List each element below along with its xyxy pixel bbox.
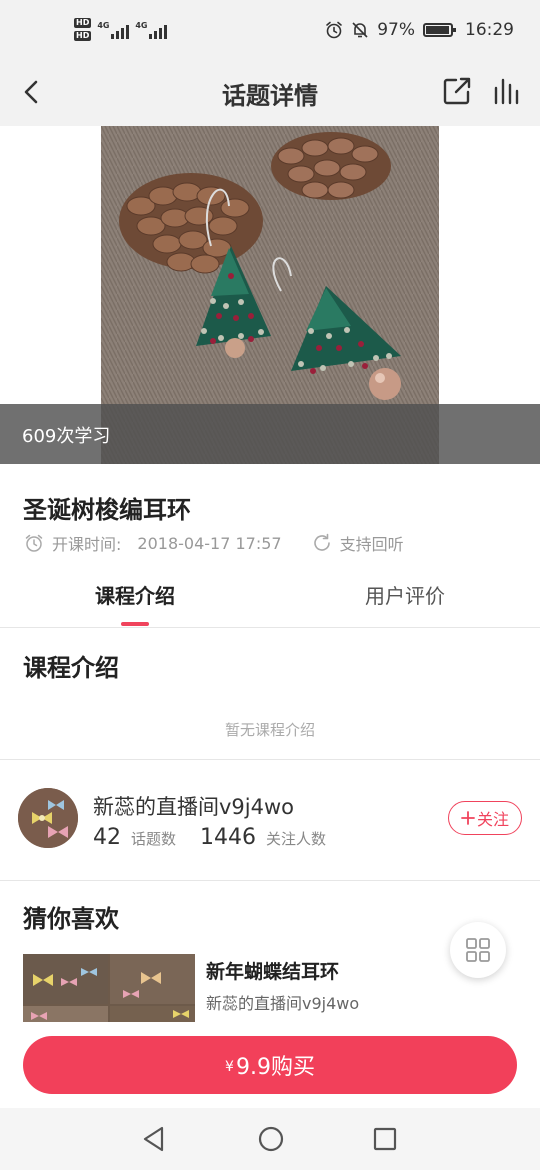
- course-title: 圣诞树梭编耳环: [23, 496, 191, 524]
- signal-group: HD HD 4G 4G: [74, 18, 168, 41]
- topics-label: 话题数: [131, 830, 177, 848]
- course-meta: 开课时间: 2018-04-17 17:57 支持回听: [24, 531, 404, 555]
- recommend-item-title[interactable]: 新年蝴蝶结耳环: [206, 957, 339, 984]
- signal-icon: 4G: [97, 20, 130, 39]
- recommend-item-subtitle: 新蕊的直播间v9j4wo: [206, 994, 360, 1013]
- network-type-label: 4G: [135, 20, 148, 30]
- tab-user-reviews[interactable]: 用户评价: [270, 570, 540, 628]
- start-time-label: 开课时间:: [52, 535, 122, 554]
- intro-heading: 课程介绍: [23, 654, 119, 682]
- recommend-item-thumbnail[interactable]: [23, 954, 195, 1022]
- start-time-value: 2018-04-17 17:57: [137, 533, 282, 553]
- study-count: 609次学习: [22, 426, 111, 447]
- status-bar: HD HD 4G 4G 97% 16:29: [0, 0, 540, 62]
- hd-icon: HD: [74, 31, 92, 41]
- currency-symbol: ¥: [225, 1059, 234, 1075]
- host-stats: 42 话题数 1446 关注人数: [93, 825, 326, 850]
- replay-icon: [313, 533, 330, 551]
- alarm-icon: [326, 21, 343, 39]
- system-back-icon[interactable]: [140, 1125, 168, 1153]
- tab-active-indicator: [121, 622, 149, 626]
- tab-bar: 课程介绍 用户评价: [0, 570, 540, 628]
- network-type-label: 4G: [97, 20, 110, 30]
- follow-label: 关注: [476, 810, 509, 829]
- intro-empty-text: 暂无课程介绍: [224, 721, 315, 739]
- tab-course-intro[interactable]: 课程介绍: [0, 570, 270, 628]
- plus-icon: [461, 811, 475, 825]
- nav-bar: 话题详情: [0, 62, 540, 126]
- host-name[interactable]: 新蕊的直播间v9j4wo: [93, 791, 294, 821]
- alarm-clock-icon: [25, 534, 43, 552]
- battery-icon: [423, 23, 456, 37]
- share-icon[interactable]: [442, 76, 472, 106]
- replay-support: 支持回听: [339, 535, 404, 554]
- divider: [0, 880, 540, 881]
- signal-icon: 4G: [135, 20, 168, 39]
- hd-icon: HD: [74, 18, 92, 28]
- buy-button[interactable]: ¥ 9.9购买: [23, 1036, 517, 1094]
- buy-bar: ¥ 9.9购买: [0, 1022, 540, 1108]
- stats-icon[interactable]: [492, 76, 522, 106]
- hero-section: 609次学习: [0, 126, 540, 464]
- battery-percent: 97%: [377, 20, 415, 40]
- clock: 16:29: [465, 20, 514, 40]
- study-count-overlay: 609次学习: [0, 404, 540, 464]
- divider: [0, 759, 540, 760]
- followers-count: 1446: [200, 825, 257, 850]
- grid-icon: [466, 938, 490, 962]
- grid-menu-button[interactable]: [450, 922, 506, 978]
- followers-label: 关注人数: [266, 830, 327, 848]
- recommend-heading: 猜你喜欢: [23, 905, 119, 933]
- topics-count: 42: [93, 825, 121, 850]
- mute-icon: [352, 22, 368, 38]
- system-home-icon[interactable]: [257, 1125, 285, 1153]
- system-recent-apps-icon[interactable]: [372, 1126, 398, 1152]
- system-nav-bar: [0, 1108, 540, 1170]
- buy-label: 9.9购买: [235, 1055, 315, 1080]
- host-avatar[interactable]: [18, 788, 78, 848]
- follow-button[interactable]: 关注: [448, 801, 522, 835]
